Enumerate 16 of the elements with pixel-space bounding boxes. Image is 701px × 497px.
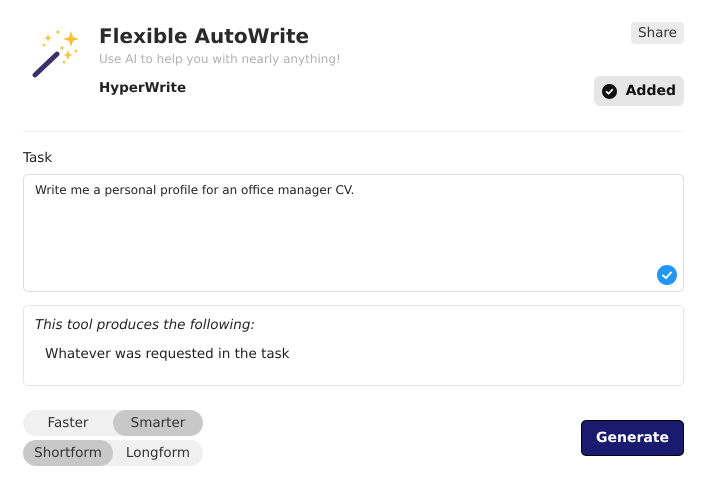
magic-wand-icon <box>31 28 81 78</box>
added-button[interactable]: Added <box>594 76 684 106</box>
toggle-option[interactable]: Smarter <box>113 410 203 436</box>
check-icon <box>602 84 617 98</box>
output-description: Whatever was requested in the task <box>45 346 290 362</box>
toggle-option[interactable]: Faster <box>23 410 113 436</box>
output-heading: This tool produces the following: <box>35 317 256 333</box>
generate-button[interactable]: Generate <box>581 420 684 456</box>
toggle-option[interactable]: Shortform <box>23 440 113 466</box>
toggle-option[interactable]: Longform <box>113 440 203 466</box>
author-name: HyperWrite <box>99 80 188 96</box>
share-button[interactable]: Share <box>631 22 684 44</box>
task-field[interactable]: Write me a personal profile for an office manager CV. <box>23 174 684 292</box>
task-label: Task <box>23 150 54 166</box>
tool-subtitle: Use AI to help you with nearly anything! <box>99 52 342 66</box>
tool-title: Flexible AutoWrite <box>99 24 310 48</box>
